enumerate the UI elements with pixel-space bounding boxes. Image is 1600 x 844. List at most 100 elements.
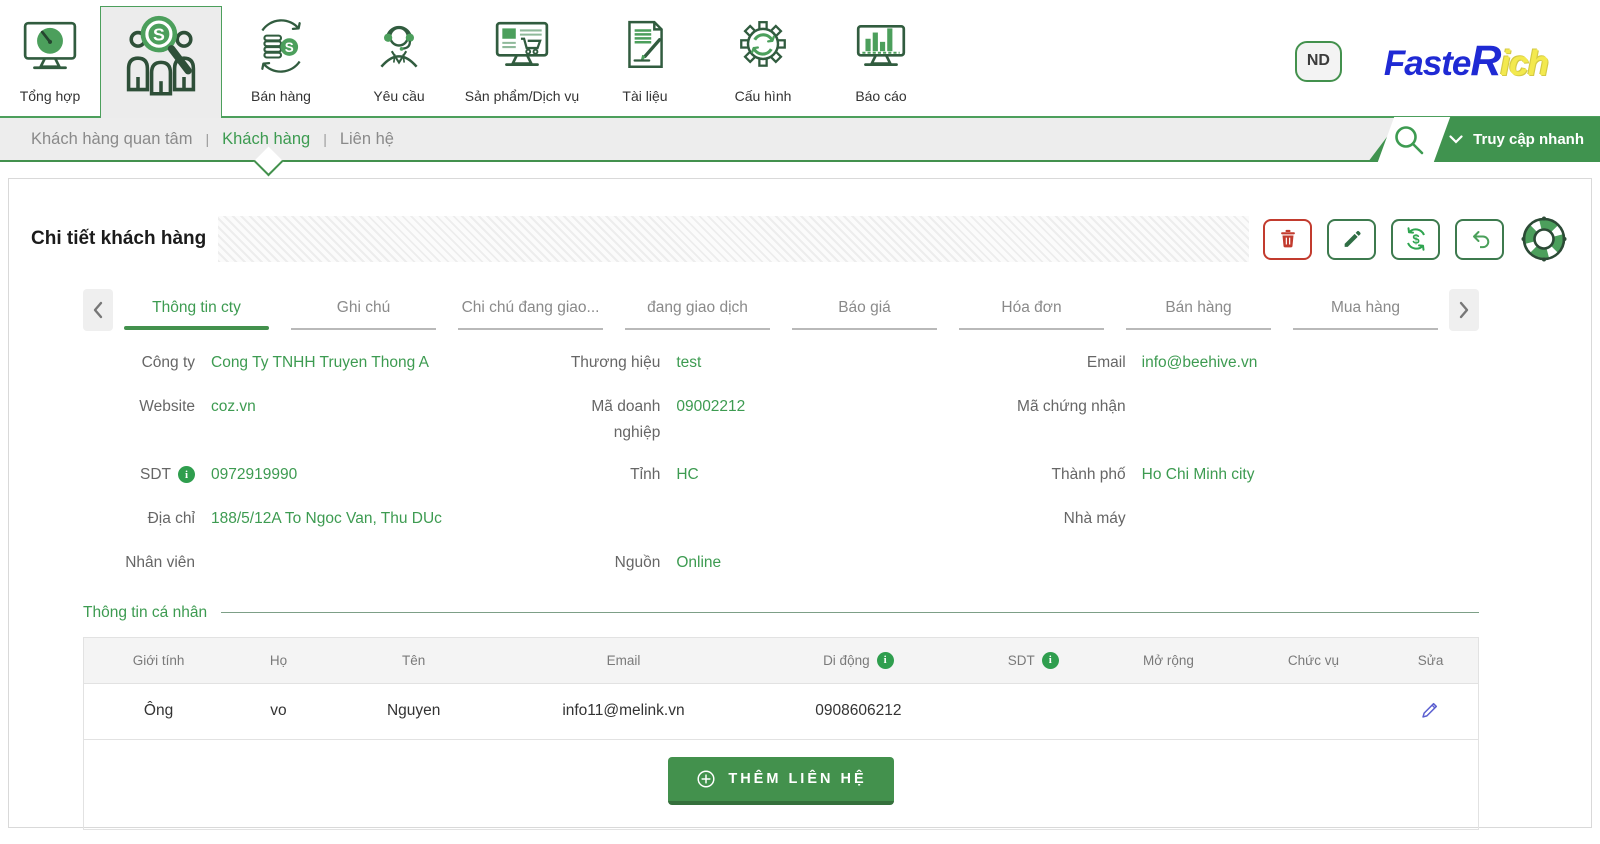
module-bar: Tổng hợp S S Bán hàng Yêu cầu Sản phẩm/D… [0, 0, 1600, 118]
module-item-cau-hinh[interactable]: Cấu hình [704, 6, 822, 116]
monitor-cart-icon [493, 17, 551, 80]
col-label: SDT [1007, 652, 1035, 668]
cell-mobile[interactable]: 0908606212 [743, 682, 974, 740]
contact-row: Ông vo Nguyen info11@melink.vn 090860621… [84, 682, 1478, 740]
field-value: test [676, 354, 702, 371]
field-value: 0972919990 [211, 465, 298, 483]
tab-mua-hang[interactable]: Mua hàng [1282, 290, 1449, 330]
tab-dang-giao-dich[interactable]: đang giao dịch [614, 290, 781, 330]
module-item-khach-hang-active[interactable]: S [100, 6, 222, 118]
help-button[interactable] [1519, 215, 1569, 263]
field-label: Mã doanh nghiệp [591, 398, 661, 442]
field-thanh-pho: Thành phố Ho Chi Minh city [1014, 462, 1479, 491]
add-contact-label: THÊM LIÊN HỆ [728, 770, 867, 787]
tabs-scroll-right-button[interactable] [1449, 289, 1479, 331]
field-label: Tỉnh [630, 465, 661, 483]
field-label: Thương hiệu [570, 354, 661, 371]
cell-last-name[interactable]: vo [233, 682, 324, 740]
support-headset-icon [370, 17, 428, 80]
cell-gender: Ông [84, 682, 234, 740]
sync-dollar-icon: $ [1406, 227, 1425, 251]
module-item-ban-hang[interactable]: S Bán hàng [222, 6, 340, 116]
col-chuc-vu: Chức vụ [1243, 637, 1384, 684]
action-buttons: $ [1263, 215, 1569, 263]
cell-first-name[interactable]: Nguyen [323, 682, 504, 740]
subnav-item-khach-hang-quan-tam[interactable]: Khách hàng quan tâm [31, 130, 192, 149]
active-subnav-pointer [253, 146, 284, 177]
module-label: Sản phẩm/Dịch vụ [464, 88, 580, 104]
edit-button[interactable] [1327, 218, 1376, 260]
customer-detail-card: Chi tiết khách hàng $ Thông tin cty Ghi … [8, 178, 1592, 830]
field-label: Email [1086, 354, 1126, 371]
undo-button[interactable] [1455, 218, 1504, 260]
pencil-outline-icon [1421, 702, 1437, 718]
tab-thong-tin-cty[interactable]: Thông tin cty [113, 290, 280, 330]
app-logo: FasteRich [1383, 36, 1549, 86]
chevron-right-icon [1459, 301, 1469, 319]
trash-icon [1280, 229, 1295, 248]
field-value: Ho Chi Minh city [1141, 465, 1255, 483]
user-badge[interactable]: ND [1294, 40, 1342, 82]
field-value: HC [676, 465, 699, 483]
logo-part-faste: Faste [1383, 43, 1471, 83]
info-icon[interactable]: i [876, 651, 894, 669]
module-item-tong-hop[interactable]: Tổng hợp [0, 6, 100, 116]
add-contact-button[interactable]: THÊM LIÊN HỆ [668, 756, 894, 805]
module-item-san-pham-dich-vu[interactable]: Sản phẩm/Dịch vụ [458, 6, 586, 116]
tab-ban-hang[interactable]: Bán hàng [1115, 290, 1282, 330]
undo-arrow-icon [1472, 231, 1489, 249]
subnav: Khách hàng quan tâm | Khách hàng | Liên … [0, 117, 1600, 177]
delete-button[interactable] [1263, 218, 1312, 260]
col-ten: Tên [323, 637, 504, 684]
sync-money-button[interactable]: $ [1391, 218, 1440, 260]
tab-chi-chu-dang-giao[interactable]: Chi chú đang giao... [447, 290, 614, 330]
tab-bao-gia[interactable]: Báo giá [781, 290, 948, 330]
module-item-bao-cao[interactable]: Báo cáo [822, 6, 940, 116]
field-label: Mã chứng nhận [1017, 398, 1126, 415]
page-title: Chi tiết khách hàng [31, 228, 207, 249]
field-empty [1014, 550, 1479, 579]
title-row: Chi tiết khách hàng $ [9, 179, 1591, 263]
coins-sync-icon: S [252, 17, 310, 80]
subnav-separator: | [323, 131, 327, 147]
subnav-separator: | [205, 131, 210, 147]
field-tinh: Tỉnh HC [548, 462, 1013, 491]
field-nhan-vien: Nhân viên [83, 550, 548, 579]
logo-part-ich: ich [1500, 43, 1549, 83]
search-icon[interactable] [1392, 123, 1426, 157]
field-value: coz.vn [211, 398, 256, 415]
field-value: Online [676, 553, 722, 571]
module-label: Yêu cầu [373, 88, 425, 104]
field-email: Email info@beehive.vn [1014, 350, 1479, 379]
info-icon[interactable]: i [178, 466, 195, 484]
subnav-item-khach-hang[interactable]: Khách hàng [222, 130, 310, 149]
edit-contact-button[interactable] [1420, 698, 1442, 723]
field-label: SDT [140, 465, 171, 483]
field-ma-doanh-nghiep: Mã doanh nghiệp 09002212 [548, 394, 1013, 447]
tab-ghi-chu[interactable]: Ghi chú [280, 290, 447, 330]
company-info-fields: Công ty Cong Ty TNHH Truyen Thong A Thươ… [83, 350, 1479, 579]
svg-text:S: S [285, 40, 294, 55]
logo-part-r: R [1470, 36, 1501, 85]
svg-text:S: S [153, 24, 165, 44]
chevron-down-icon [1449, 135, 1463, 144]
info-icon[interactable]: i [1041, 651, 1059, 669]
module-item-yeu-cau[interactable]: Yêu cầu [340, 6, 458, 116]
module-item-tai-lieu[interactable]: Tài liệu [586, 6, 704, 116]
field-label: Địa chỉ [147, 509, 195, 527]
section-divider [221, 612, 1479, 614]
section-title: Thông tin cá nhân [83, 603, 208, 621]
contacts-table-container: Giới tính Họ Tên Email Di động i SDT i M… [83, 636, 1479, 830]
subnav-item-lien-he[interactable]: Liên hệ [340, 130, 394, 149]
tab-hoa-don[interactable]: Hóa đơn [948, 290, 1115, 330]
field-value: 09002212 [676, 398, 746, 415]
module-label: Tổng hợp [19, 88, 81, 104]
col-sdt: SDT i [973, 637, 1094, 684]
field-thuong-hieu: Thương hiệu test [548, 350, 1013, 379]
field-value: 188/5/12A To Ngoc Van, Thu DUc [211, 509, 442, 527]
cell-email: info11@melink.vn [503, 682, 744, 740]
field-empty [548, 506, 1013, 535]
tabs-scroll-left-button[interactable] [83, 289, 113, 331]
field-cong-ty: Công ty Cong Ty TNHH Truyen Thong A [83, 350, 548, 379]
field-label: Nguồn [614, 553, 661, 571]
